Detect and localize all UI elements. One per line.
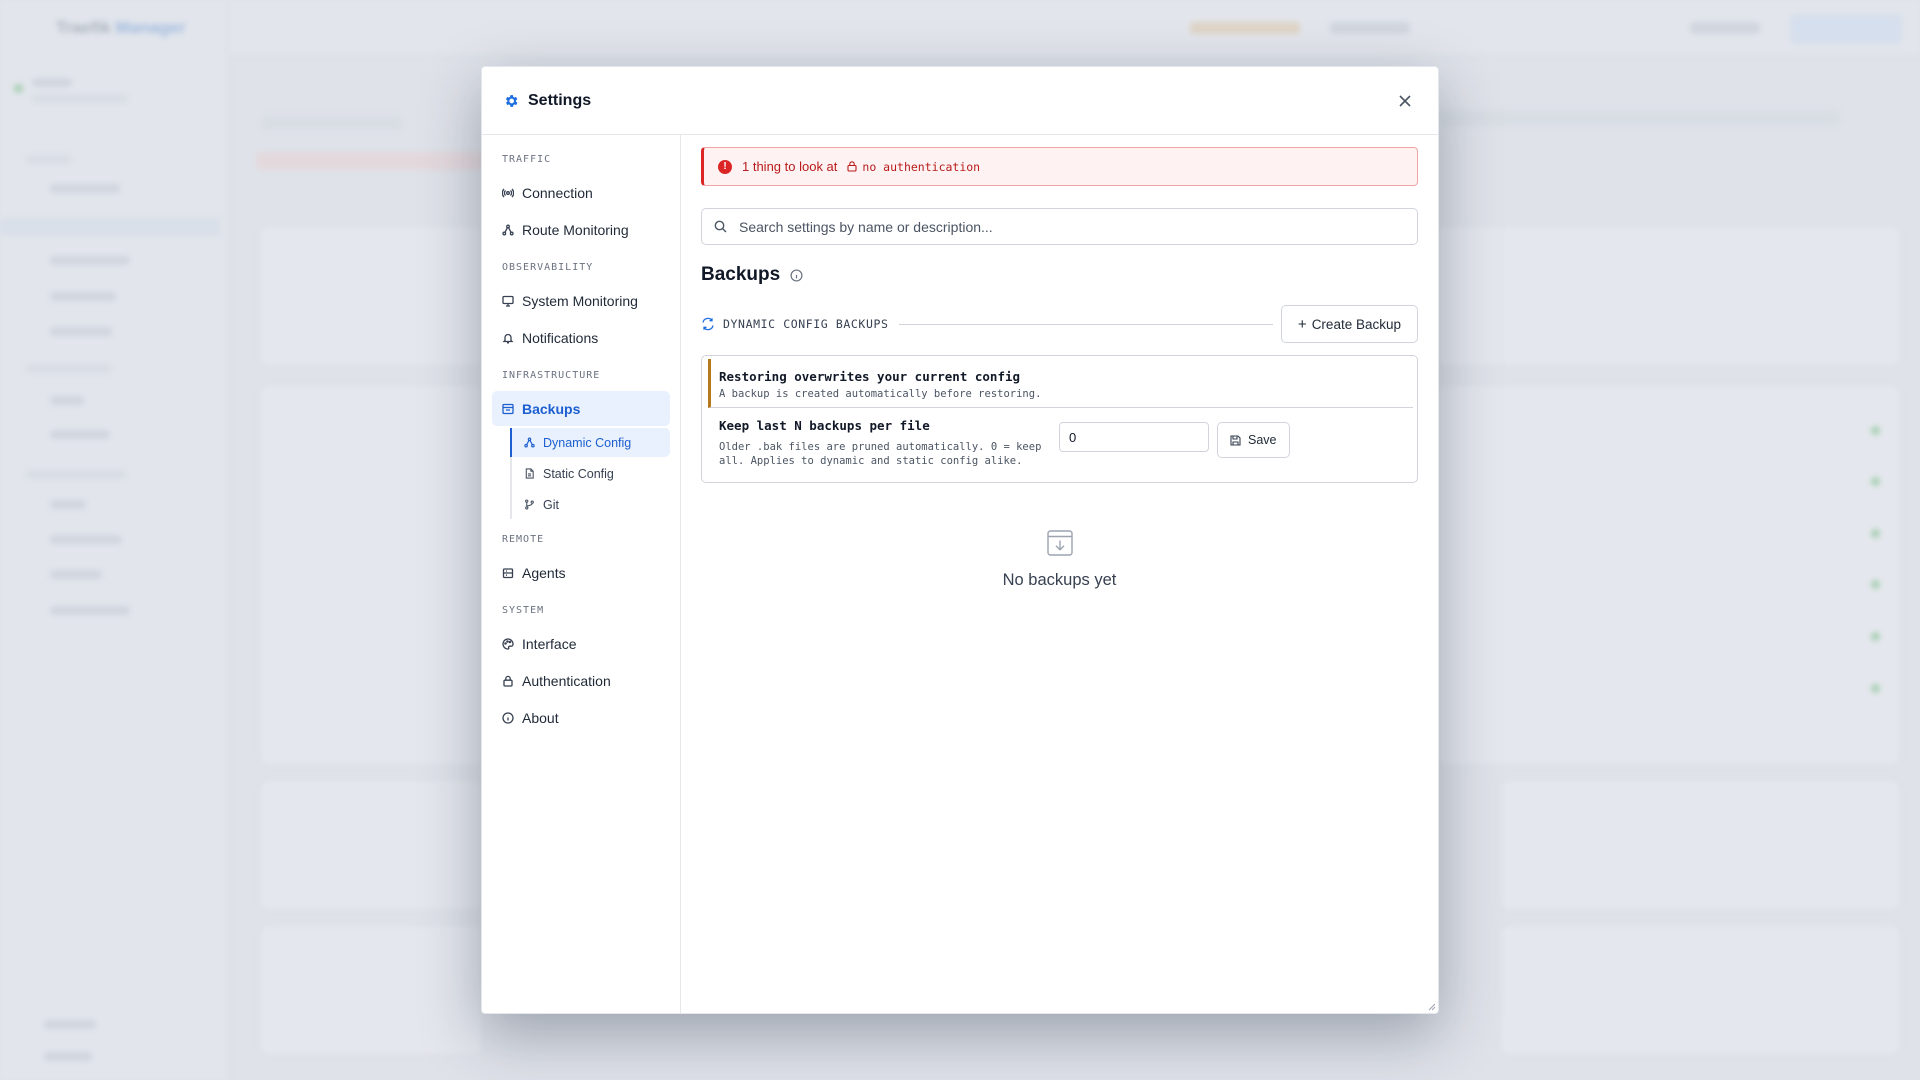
retention-count-input[interactable]	[1059, 422, 1209, 452]
lock-icon	[502, 675, 514, 687]
sidebar-item-backups[interactable]: Backups	[492, 391, 670, 426]
sidebar-item-label: Authentication	[522, 672, 611, 689]
lock-icon	[847, 161, 857, 172]
modal-header: Settings	[482, 67, 1438, 135]
modal-title: Settings	[528, 91, 592, 109]
resize-handle-icon[interactable]	[1427, 1002, 1436, 1011]
warning-subtitle: A backup is created automatically before…	[719, 388, 1042, 400]
sidebar-item-label: Interface	[522, 635, 577, 652]
subnav-item-static-config[interactable]: Static Config	[512, 459, 670, 488]
backup-settings-box: Restoring overwrites your current config…	[701, 355, 1418, 483]
save-label: Save	[1248, 433, 1277, 447]
warning-title: Restoring overwrites your current config	[719, 369, 1021, 384]
dynamic-config-section-header: DYNAMIC CONFIG BACKUPS + Create Backup	[701, 305, 1418, 343]
section-label: DYNAMIC CONFIG BACKUPS	[723, 317, 889, 331]
empty-state: No backups yet	[701, 529, 1418, 590]
sidebar-item-label: Agents	[522, 564, 566, 581]
section-label-observability: OBSERVABILITY	[502, 262, 594, 273]
divider	[898, 323, 1273, 325]
section-label-traffic: TRAFFIC	[502, 154, 552, 165]
backups-subnav: Dynamic Config Static Config Git	[510, 428, 670, 519]
page-title: Backups	[701, 264, 781, 285]
section-label-infrastructure: INFRASTRUCTURE	[502, 370, 601, 381]
settings-content: ! 1 thing to look at no authentication B…	[681, 135, 1438, 1013]
close-icon[interactable]	[1392, 88, 1418, 114]
settings-search	[701, 208, 1418, 245]
create-backup-button[interactable]: + Create Backup	[1280, 305, 1418, 343]
info-icon[interactable]	[790, 268, 803, 282]
monitor-icon	[502, 295, 514, 307]
gear-icon	[502, 92, 520, 110]
plus-icon: +	[1297, 315, 1307, 333]
route-icon	[502, 224, 514, 236]
sidebar-item-about[interactable]: About	[492, 700, 670, 735]
archive-download-icon	[1046, 529, 1074, 557]
database-sync-icon	[701, 317, 715, 331]
retention-setting: Keep last N backups per file Older .bak …	[708, 408, 1413, 468]
sidebar-item-label: Route Monitoring	[522, 221, 629, 238]
sidebar-item-route-monitoring[interactable]: Route Monitoring	[492, 212, 670, 247]
bell-icon	[502, 332, 514, 344]
security-alert-banner[interactable]: ! 1 thing to look at no authentication	[701, 147, 1418, 186]
subnav-item-label: Git	[543, 497, 559, 512]
retention-title: Keep last N backups per file	[719, 418, 930, 433]
connection-icon	[502, 187, 514, 199]
save-button[interactable]: Save	[1217, 422, 1290, 458]
sidebar-item-notifications[interactable]: Notifications	[492, 320, 670, 355]
git-branch-icon	[524, 499, 535, 510]
subnav-item-git[interactable]: Git	[512, 490, 670, 519]
search-icon	[714, 220, 727, 233]
save-icon	[1230, 434, 1241, 446]
alert-text: 1 thing to look at	[742, 159, 838, 174]
server-icon	[502, 567, 514, 579]
sidebar-item-interface[interactable]: Interface	[492, 626, 670, 661]
settings-modal: Settings TRAFFIC Connection Route Monito…	[481, 66, 1439, 1014]
backup-icon	[502, 403, 514, 415]
subnav-item-dynamic-config[interactable]: Dynamic Config	[510, 428, 670, 457]
subnav-item-label: Dynamic Config	[543, 435, 632, 450]
palette-icon	[502, 637, 514, 650]
sidebar-item-label: Notifications	[522, 329, 599, 346]
sidebar-item-connection[interactable]: Connection	[492, 175, 670, 210]
subnav-item-label: Static Config	[543, 466, 614, 481]
retention-description: Older .bak files are pruned automaticall…	[719, 441, 1042, 467]
sidebar-item-authentication[interactable]: Authentication	[492, 663, 670, 698]
create-backup-label: Create Backup	[1311, 316, 1401, 332]
info-icon	[502, 711, 514, 724]
sidebar-item-system-monitoring[interactable]: System Monitoring	[492, 283, 670, 318]
search-input[interactable]	[739, 218, 1405, 235]
sidebar-item-label: Connection	[522, 184, 593, 201]
empty-state-text: No backups yet	[1002, 571, 1117, 589]
route-icon	[524, 437, 535, 448]
sidebar-item-label: System Monitoring	[522, 292, 638, 309]
file-icon	[524, 468, 535, 479]
restore-warning: Restoring overwrites your current config…	[708, 359, 1413, 408]
sidebar-item-label: About	[522, 709, 559, 726]
section-label-remote: REMOTE	[502, 534, 545, 545]
section-label-system: SYSTEM	[502, 605, 545, 616]
sidebar-item-label: Backups	[522, 400, 581, 417]
settings-sidebar: TRAFFIC Connection Route Monitoring OBSE…	[482, 135, 681, 1013]
alert-tag[interactable]: no authentication	[862, 160, 980, 174]
sidebar-item-agents[interactable]: Agents	[492, 555, 670, 590]
alert-icon: !	[718, 159, 732, 174]
